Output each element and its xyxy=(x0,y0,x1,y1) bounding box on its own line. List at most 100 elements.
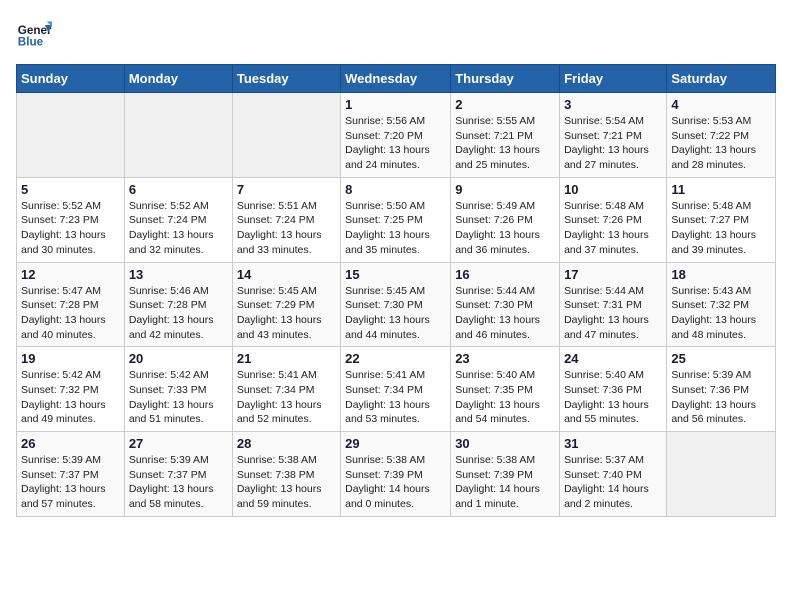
calendar-cell: 14 Sunrise: 5:45 AM Sunset: 7:29 PM Dayli… xyxy=(232,262,340,347)
calendar-week-row: 12 Sunrise: 5:47 AM Sunset: 7:28 PM Dayli… xyxy=(17,262,776,347)
day-number: 16 xyxy=(455,267,555,282)
day-info: Sunrise: 5:49 AM Sunset: 7:26 PM Dayligh… xyxy=(455,199,555,258)
day-of-week-header: Monday xyxy=(124,65,232,93)
day-number: 22 xyxy=(345,351,446,366)
calendar-cell: 24 Sunrise: 5:40 AM Sunset: 7:36 PM Dayli… xyxy=(560,347,667,432)
calendar-cell: 4 Sunrise: 5:53 AM Sunset: 7:22 PM Daylig… xyxy=(667,93,776,178)
svg-text:Blue: Blue xyxy=(18,36,44,49)
calendar-week-row: 5 Sunrise: 5:52 AM Sunset: 7:23 PM Daylig… xyxy=(17,177,776,262)
day-info: Sunrise: 5:42 AM Sunset: 7:33 PM Dayligh… xyxy=(129,368,228,427)
calendar-week-row: 26 Sunrise: 5:39 AM Sunset: 7:37 PM Dayli… xyxy=(17,432,776,517)
calendar-cell: 27Sunrise: 5:39 AM Sunset: 7:37 PM Dayli… xyxy=(124,432,232,517)
day-of-week-header: Friday xyxy=(560,65,667,93)
day-number: 10 xyxy=(564,182,662,197)
calendar-cell: 5 Sunrise: 5:52 AM Sunset: 7:23 PM Daylig… xyxy=(17,177,125,262)
calendar-cell: 7 Sunrise: 5:51 AM Sunset: 7:24 PM Daylig… xyxy=(232,177,340,262)
day-number: 30 xyxy=(455,436,555,451)
day-info: Sunrise: 5:41 AM Sunset: 7:34 PM Dayligh… xyxy=(237,368,336,427)
day-number: 6 xyxy=(129,182,228,197)
calendar-cell: 8Sunrise: 5:50 AM Sunset: 7:25 PM Daylig… xyxy=(341,177,451,262)
day-number: 15 xyxy=(345,267,446,282)
day-info: Sunrise: 5:44 AM Sunset: 7:31 PM Dayligh… xyxy=(564,284,662,343)
day-number: 28 xyxy=(237,436,336,451)
day-info: Sunrise: 5:51 AM Sunset: 7:24 PM Dayligh… xyxy=(237,199,336,258)
day-info: Sunrise: 5:44 AM Sunset: 7:30 PM Dayligh… xyxy=(455,284,555,343)
calendar-header-row: SundayMondayTuesdayWednesdayThursdayFrid… xyxy=(17,65,776,93)
day-info: Sunrise: 5:38 AM Sunset: 7:39 PM Dayligh… xyxy=(345,453,446,512)
day-info: Sunrise: 5:47 AM Sunset: 7:28 PM Dayligh… xyxy=(21,284,120,343)
day-info: Sunrise: 5:52 AM Sunset: 7:23 PM Dayligh… xyxy=(21,199,120,258)
calendar-cell: 9 Sunrise: 5:49 AM Sunset: 7:26 PM Daylig… xyxy=(451,177,560,262)
day-info: Sunrise: 5:48 AM Sunset: 7:27 PM Dayligh… xyxy=(671,199,771,258)
calendar-cell: 2Sunrise: 5:55 AM Sunset: 7:21 PM Daylig… xyxy=(451,93,560,178)
day-info: Sunrise: 5:43 AM Sunset: 7:32 PM Dayligh… xyxy=(671,284,771,343)
calendar-cell: 22 Sunrise: 5:41 AM Sunset: 7:34 PM Dayli… xyxy=(341,347,451,432)
day-number: 2 xyxy=(455,97,555,112)
day-info: Sunrise: 5:52 AM Sunset: 7:24 PM Dayligh… xyxy=(129,199,228,258)
calendar-cell xyxy=(17,93,125,178)
day-number: 7 xyxy=(237,182,336,197)
day-number: 20 xyxy=(129,351,228,366)
calendar-cell: 15 Sunrise: 5:45 AM Sunset: 7:30 PM Dayli… xyxy=(341,262,451,347)
day-number: 26 xyxy=(21,436,120,451)
day-number: 25 xyxy=(671,351,771,366)
calendar-cell: 28 Sunrise: 5:38 AM Sunset: 7:38 PM Dayli… xyxy=(232,432,340,517)
day-info: Sunrise: 5:39 AM Sunset: 7:37 PM Dayligh… xyxy=(21,453,120,512)
day-number: 21 xyxy=(237,351,336,366)
calendar-cell xyxy=(667,432,776,517)
day-of-week-header: Saturday xyxy=(667,65,776,93)
day-info: Sunrise: 5:39 AM Sunset: 7:36 PM Dayligh… xyxy=(671,368,771,427)
calendar-cell: 23 Sunrise: 5:40 AM Sunset: 7:35 PM Dayli… xyxy=(451,347,560,432)
day-number: 9 xyxy=(455,182,555,197)
day-number: 4 xyxy=(671,97,771,112)
calendar-cell: 26 Sunrise: 5:39 AM Sunset: 7:37 PM Dayli… xyxy=(17,432,125,517)
day-number: 11 xyxy=(671,182,771,197)
day-info: Sunrise: 5:46 AM Sunset: 7:28 PM Dayligh… xyxy=(129,284,228,343)
day-info: Sunrise: 5:54 AM Sunset: 7:21 PM Dayligh… xyxy=(564,114,662,173)
calendar-cell: 3 Sunrise: 5:54 AM Sunset: 7:21 PM Daylig… xyxy=(560,93,667,178)
calendar-week-row: 1Sunrise: 5:56 AM Sunset: 7:20 PM Daylig… xyxy=(17,93,776,178)
calendar-cell: 30 Sunrise: 5:38 AM Sunset: 7:39 PM Dayli… xyxy=(451,432,560,517)
calendar-cell: 25 Sunrise: 5:39 AM Sunset: 7:36 PM Dayli… xyxy=(667,347,776,432)
day-number: 19 xyxy=(21,351,120,366)
day-info: Sunrise: 5:39 AM Sunset: 7:37 PM Dayligh… xyxy=(129,453,228,512)
calendar-week-row: 19 Sunrise: 5:42 AM Sunset: 7:32 PM Dayli… xyxy=(17,347,776,432)
calendar-cell: 1Sunrise: 5:56 AM Sunset: 7:20 PM Daylig… xyxy=(341,93,451,178)
day-of-week-header: Thursday xyxy=(451,65,560,93)
calendar-cell: 18 Sunrise: 5:43 AM Sunset: 7:32 PM Dayli… xyxy=(667,262,776,347)
calendar-cell: 11 Sunrise: 5:48 AM Sunset: 7:27 PM Dayli… xyxy=(667,177,776,262)
calendar-cell: 12 Sunrise: 5:47 AM Sunset: 7:28 PM Dayli… xyxy=(17,262,125,347)
day-info: Sunrise: 5:45 AM Sunset: 7:30 PM Dayligh… xyxy=(345,284,446,343)
day-info: Sunrise: 5:56 AM Sunset: 7:20 PM Dayligh… xyxy=(345,114,446,173)
calendar-cell: 16 Sunrise: 5:44 AM Sunset: 7:30 PM Dayli… xyxy=(451,262,560,347)
page-header: General Blue xyxy=(16,16,776,52)
day-info: Sunrise: 5:48 AM Sunset: 7:26 PM Dayligh… xyxy=(564,199,662,258)
calendar-cell: 20 Sunrise: 5:42 AM Sunset: 7:33 PM Dayli… xyxy=(124,347,232,432)
day-info: Sunrise: 5:40 AM Sunset: 7:35 PM Dayligh… xyxy=(455,368,555,427)
day-number: 5 xyxy=(21,182,120,197)
calendar-cell xyxy=(232,93,340,178)
day-of-week-header: Wednesday xyxy=(341,65,451,93)
day-number: 24 xyxy=(564,351,662,366)
day-number: 3 xyxy=(564,97,662,112)
day-number: 17 xyxy=(564,267,662,282)
day-info: Sunrise: 5:41 AM Sunset: 7:34 PM Dayligh… xyxy=(345,368,446,427)
day-info: Sunrise: 5:53 AM Sunset: 7:22 PM Dayligh… xyxy=(671,114,771,173)
day-info: Sunrise: 5:42 AM Sunset: 7:32 PM Dayligh… xyxy=(21,368,120,427)
calendar-cell xyxy=(124,93,232,178)
calendar-cell: 17 Sunrise: 5:44 AM Sunset: 7:31 PM Dayli… xyxy=(560,262,667,347)
day-number: 23 xyxy=(455,351,555,366)
day-info: Sunrise: 5:45 AM Sunset: 7:29 PM Dayligh… xyxy=(237,284,336,343)
logo: General Blue xyxy=(16,16,58,52)
day-number: 18 xyxy=(671,267,771,282)
day-info: Sunrise: 5:50 AM Sunset: 7:25 PM Dayligh… xyxy=(345,199,446,258)
day-info: Sunrise: 5:38 AM Sunset: 7:39 PM Dayligh… xyxy=(455,453,555,512)
day-of-week-header: Sunday xyxy=(17,65,125,93)
day-info: Sunrise: 5:38 AM Sunset: 7:38 PM Dayligh… xyxy=(237,453,336,512)
day-info: Sunrise: 5:40 AM Sunset: 7:36 PM Dayligh… xyxy=(564,368,662,427)
day-number: 12 xyxy=(21,267,120,282)
calendar-cell: 6 Sunrise: 5:52 AM Sunset: 7:24 PM Daylig… xyxy=(124,177,232,262)
day-info: Sunrise: 5:37 AM Sunset: 7:40 PM Dayligh… xyxy=(564,453,662,512)
calendar-table: SundayMondayTuesdayWednesdayThursdayFrid… xyxy=(16,64,776,517)
day-number: 14 xyxy=(237,267,336,282)
